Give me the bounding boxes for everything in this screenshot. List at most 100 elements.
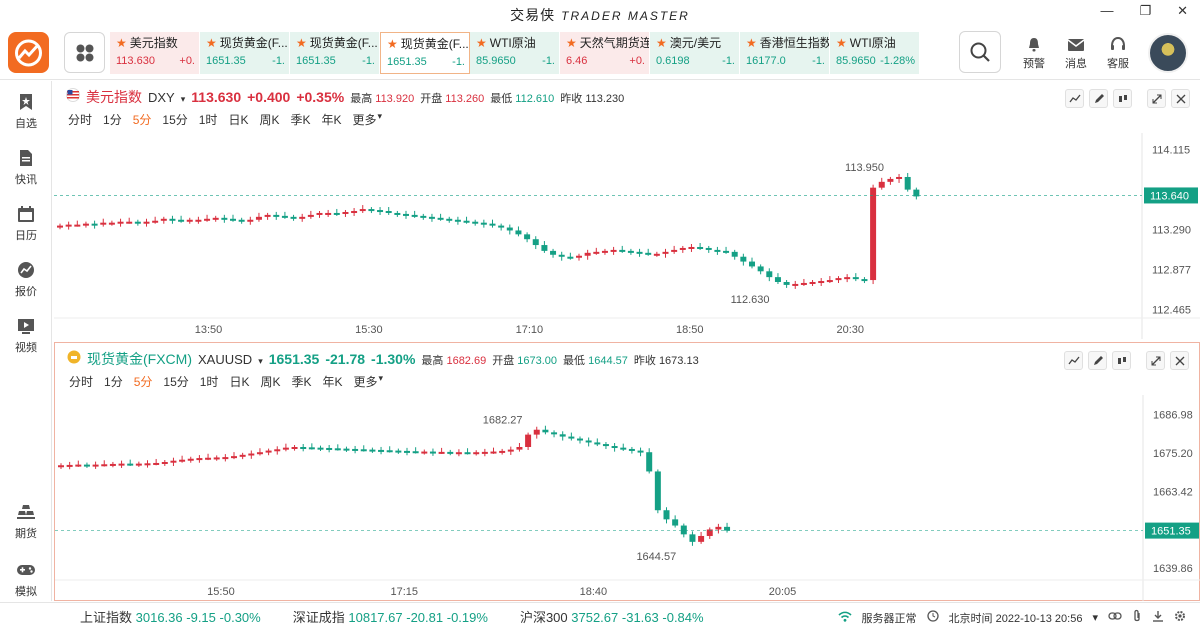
close-panel-icon[interactable] bbox=[1171, 89, 1190, 108]
app-logo[interactable] bbox=[8, 32, 49, 73]
timeframe-tab[interactable]: 1分 bbox=[104, 373, 123, 390]
quote-card[interactable]: ★ WTI原油 85.9650 -1. bbox=[470, 32, 560, 74]
symbol-code[interactable]: XAUUSD bbox=[198, 352, 252, 367]
candle-body bbox=[455, 452, 462, 455]
search-button[interactable] bbox=[959, 31, 1001, 73]
link-icon[interactable] bbox=[1108, 611, 1122, 624]
favorite-star-icon[interactable]: ★ bbox=[296, 36, 307, 50]
favorite-star-icon[interactable]: ★ bbox=[387, 37, 398, 51]
favorite-star-icon[interactable]: ★ bbox=[836, 36, 847, 50]
grid-menu-button[interactable] bbox=[64, 32, 105, 73]
quote-card[interactable]: ★ WTI原油 85.9650 -1.28% bbox=[830, 32, 920, 74]
quote-card[interactable]: ★ 美元指数 113.630 +0. bbox=[110, 32, 200, 74]
timeframe-tab[interactable]: 年K bbox=[322, 373, 342, 390]
candle-body bbox=[169, 218, 176, 221]
favorite-star-icon[interactable]: ★ bbox=[746, 36, 757, 50]
chart-panel-xauusd[interactable]: 现货黄金(FXCM) XAUUSD ▾ 1651.35 -21.78 -1.30%… bbox=[54, 342, 1200, 601]
candle-body bbox=[178, 219, 185, 222]
candle-body bbox=[91, 223, 98, 226]
candle-body bbox=[818, 281, 825, 284]
candle-body bbox=[688, 246, 695, 249]
low-label: 最低 bbox=[490, 93, 513, 105]
timeframe-tab[interactable]: 更多 bbox=[353, 111, 377, 128]
symbol-dropdown-icon[interactable]: ▾ bbox=[181, 94, 186, 105]
close-panel-icon[interactable] bbox=[1170, 351, 1189, 370]
draw-pen-icon[interactable] bbox=[1088, 351, 1107, 370]
index-shanghai[interactable]: 上证指数 3016.36 -9.15 -0.30% bbox=[80, 607, 261, 626]
favorite-star-icon[interactable]: ★ bbox=[476, 36, 487, 50]
quote-card[interactable]: ★ 香港恒生指数 16177.0 -1. bbox=[740, 32, 830, 74]
close-window-icon[interactable]: ✕ bbox=[1177, 3, 1188, 19]
sidebar-item-0[interactable]: 自选 bbox=[0, 91, 52, 131]
expand-icon[interactable] bbox=[1147, 89, 1166, 108]
clock-icon bbox=[926, 610, 939, 625]
candlestick-chart-xauusd[interactable]: 1686.98 1675.20 1663.42 1639.86 15:50 17:15 18… bbox=[55, 395, 1200, 601]
quote-card[interactable]: ★ 天然气期货连 6.46 +0. bbox=[560, 32, 650, 74]
minimize-icon[interactable]: — bbox=[1100, 3, 1113, 19]
timeframe-tab[interactable]: 分时 bbox=[69, 373, 93, 390]
timeframe-tab[interactable]: 更多 bbox=[354, 373, 378, 390]
index-csi300[interactable]: 沪深300 3752.67 -31.63 -0.84% bbox=[520, 607, 704, 626]
timeframe-tab[interactable]: 15分 bbox=[163, 373, 188, 390]
favorite-star-icon[interactable]: ★ bbox=[566, 36, 577, 50]
sidebar-item-3[interactable]: 报价 bbox=[0, 259, 52, 299]
low-annotation: 1644.57 bbox=[636, 551, 676, 563]
y-tick-label: 112.465 bbox=[1152, 305, 1191, 317]
symbol-name: 美元指数 bbox=[86, 89, 142, 105]
timeframe-tab[interactable]: 季K bbox=[291, 373, 311, 390]
indicator-icon[interactable] bbox=[1065, 89, 1084, 108]
candle-body bbox=[628, 448, 635, 451]
timeframe-tab[interactable]: 5分 bbox=[134, 373, 153, 390]
sidebar-item-2[interactable]: 日历 bbox=[0, 203, 52, 243]
quote-card[interactable]: ★ 现货黄金(F... 1651.35 -1. bbox=[200, 32, 290, 74]
more-dropdown-icon[interactable]: ▾ bbox=[378, 111, 383, 128]
message-button[interactable]: 消息 bbox=[1062, 35, 1090, 71]
timeframe-tab[interactable]: 1时 bbox=[200, 373, 219, 390]
alert-button[interactable]: 预警 bbox=[1020, 35, 1048, 71]
timeframe-tab[interactable]: 1分 bbox=[103, 111, 122, 128]
candle-style-icon[interactable] bbox=[1113, 89, 1132, 108]
attach-icon[interactable] bbox=[1132, 609, 1142, 626]
expand-icon[interactable] bbox=[1146, 351, 1165, 370]
symbol-code[interactable]: DXY bbox=[148, 90, 175, 105]
timeframe-tab[interactable]: 1时 bbox=[199, 111, 218, 128]
sidebar-item-4[interactable]: 视频 bbox=[0, 315, 52, 355]
quote-card[interactable]: ★ 现货黄金(F... 1651.35 -1. bbox=[290, 32, 380, 74]
candle-style-icon[interactable] bbox=[1112, 351, 1131, 370]
user-avatar[interactable] bbox=[1148, 33, 1188, 73]
timeframe-tab[interactable]: 季K bbox=[290, 111, 310, 128]
chart-panel-dxy[interactable]: 美元指数 DXY ▾ 113.630 +0.400 +0.35% 最高 113.9… bbox=[54, 81, 1200, 339]
download-icon[interactable] bbox=[1152, 610, 1164, 625]
service-button[interactable]: 客服 bbox=[1104, 35, 1132, 71]
symbol-dropdown-icon[interactable]: ▾ bbox=[258, 356, 263, 367]
timeframe-tab[interactable]: 周K bbox=[259, 111, 279, 128]
sidebar-item-6[interactable]: 模拟 bbox=[0, 559, 52, 599]
timeframe-tab[interactable]: 15分 bbox=[162, 111, 187, 128]
timeframe-tab[interactable]: 日K bbox=[229, 373, 249, 390]
timeframe-tab[interactable]: 日K bbox=[228, 111, 248, 128]
timeframe-tab[interactable]: 分时 bbox=[68, 111, 92, 128]
sidebar-item-5[interactable]: 期货 bbox=[0, 501, 52, 541]
time-dropdown-icon[interactable]: ▾ bbox=[1092, 611, 1098, 624]
quote-card[interactable]: ★ 现货黄金(F... 1651.35 -1. bbox=[380, 32, 470, 74]
favorite-star-icon[interactable]: ★ bbox=[206, 36, 217, 50]
candle-body bbox=[170, 460, 177, 463]
draw-pen-icon[interactable] bbox=[1089, 89, 1108, 108]
settings-icon[interactable] bbox=[1174, 610, 1186, 625]
timeframe-tab[interactable]: 周K bbox=[260, 373, 280, 390]
quote-price: 1651.35 bbox=[296, 55, 336, 67]
quote-card[interactable]: ★ 澳元/美元 0.6198 -1. bbox=[650, 32, 740, 74]
beijing-time[interactable]: 北京时间 2022-10-13 20:56 bbox=[949, 610, 1083, 626]
candle-body bbox=[861, 279, 868, 282]
candlestick-chart-dxy[interactable]: 114.115 113.290 112.877 112.465 13:50 15:30 17… bbox=[54, 133, 1200, 339]
timeframe-tab[interactable]: 年K bbox=[321, 111, 341, 128]
quote-name: 美元指数 bbox=[129, 36, 178, 50]
indicator-icon[interactable] bbox=[1064, 351, 1083, 370]
restore-icon[interactable]: ❐ bbox=[1139, 3, 1151, 19]
sidebar-item-1[interactable]: 快讯 bbox=[0, 147, 52, 187]
index-shenzhen[interactable]: 深证成指 10817.67 -20.81 -0.19% bbox=[293, 607, 488, 626]
favorite-star-icon[interactable]: ★ bbox=[656, 36, 667, 50]
timeframe-tab[interactable]: 5分 bbox=[133, 111, 152, 128]
more-dropdown-icon[interactable]: ▾ bbox=[379, 373, 384, 390]
favorite-star-icon[interactable]: ★ bbox=[116, 36, 127, 50]
